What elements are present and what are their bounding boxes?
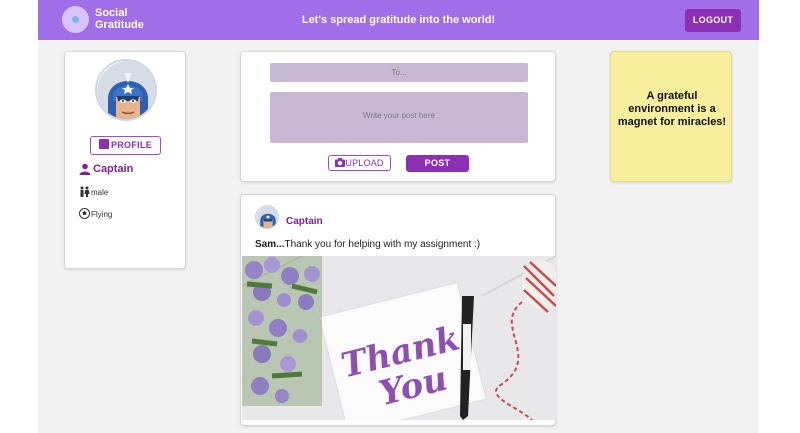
post-composer: To... Write your post here UPLOAD POST [240,51,556,182]
gender-icon [80,186,90,197]
account-box-icon [98,139,109,149]
post-textarea[interactable]: Write your post here [270,92,528,143]
tagline: Let's spread gratitude into the world! [301,14,496,26]
recipient-input[interactable]: To... [270,63,528,82]
profile-hobby: Flying [91,210,113,219]
profile-card: PROFILE Captain male Flying [64,51,186,269]
quote-note: A grateful environment is a magnet for m… [610,51,732,182]
thank-you-card-image: Thank You [242,256,556,420]
app-bar: Social Gratitude Let's spread gratitude … [38,0,759,40]
post-author-name[interactable]: Captain [286,216,323,227]
post-recipient: Sam... [255,239,285,250]
profile-button[interactable]: PROFILE [90,136,161,155]
captain-avatar-icon [256,206,278,228]
post-author-avatar [255,205,279,229]
post-button[interactable]: POST [406,155,469,172]
captain-avatar-icon [97,61,155,119]
feed-post: Captain Sam...Thank you for helping with… [240,194,556,426]
person-icon [79,163,91,175]
logout-button[interactable]: LOGOUT [685,9,741,32]
soccer-ball-icon [79,208,90,219]
post-image: Thank You [242,256,556,420]
profile-username: Captain [93,163,134,175]
post-message: Sam...Thank you for helping with my assi… [255,239,480,250]
flower-bunch [242,256,322,406]
quote-text: A grateful environment is a magnet for m… [617,90,727,128]
profile-gender: male [91,188,109,197]
avatar [95,59,157,121]
upload-button[interactable]: UPLOAD [328,155,391,171]
post-body: Thank you for helping with my assignment… [284,239,481,250]
camera-icon [335,158,346,167]
